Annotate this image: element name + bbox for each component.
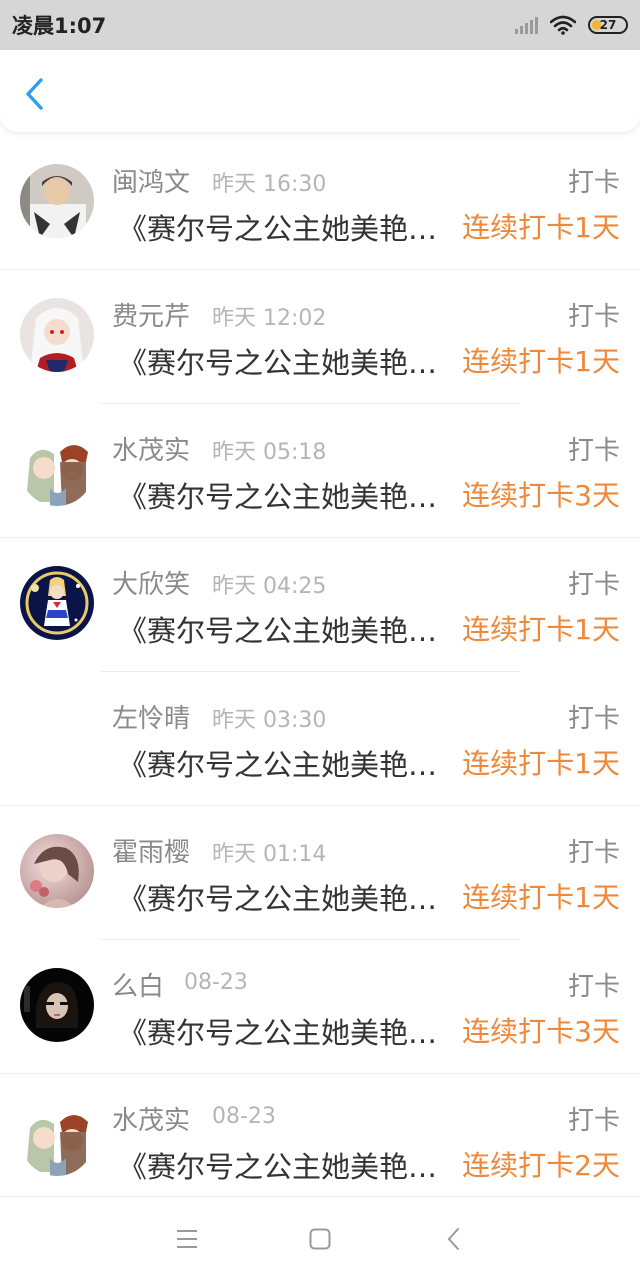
status-time: 凌晨1:07	[12, 14, 107, 38]
list-item[interactable]: 闽鸿文 昨天 16:30 打卡《赛尔号之公主她美艳… 连续打卡1天	[0, 136, 640, 270]
status-bar: 凌晨1:07 27	[0, 0, 640, 50]
chevron-left-icon	[26, 78, 43, 110]
checkin-tag: 打卡	[567, 436, 620, 466]
avatar[interactable]	[20, 432, 94, 506]
book-title: 《赛尔号之公主她美艳…	[118, 1150, 438, 1184]
checkin-tag: 打卡	[567, 570, 620, 600]
menu-icon	[176, 1229, 197, 1248]
user-name: 大欣笑	[112, 570, 191, 600]
list-item[interactable]: 水茂实 08-23 打卡《赛尔号之公主她美艳… 连续打卡2天	[0, 1074, 640, 1194]
menu-button[interactable]	[167, 1219, 207, 1259]
battery-level: 27	[599, 18, 617, 32]
streak-label: 连续打卡3天	[462, 479, 620, 512]
user-name: 么白	[112, 972, 165, 1002]
streak-label: 连续打卡1天	[462, 345, 620, 378]
book-title: 《赛尔号之公主她美艳…	[118, 1016, 438, 1050]
back-button[interactable]	[18, 74, 52, 114]
avatar[interactable]	[20, 164, 94, 238]
checkin-time: 08-23	[212, 1104, 276, 1129]
streak-label: 连续打卡3天	[462, 1015, 620, 1048]
book-title: 《赛尔号之公主她美艳…	[118, 614, 438, 648]
checkin-time: 08-23	[184, 970, 248, 995]
checkin-time: 昨天 05:18	[212, 440, 327, 465]
checkin-tag: 打卡	[567, 1106, 620, 1136]
book-title: 《赛尔号之公主她美艳…	[118, 480, 438, 514]
avatar[interactable]	[20, 834, 94, 908]
avatar[interactable]	[20, 968, 94, 1042]
list-item[interactable]: 么白 08-23 打卡《赛尔号之公主她美艳… 连续打卡3天	[0, 940, 640, 1074]
signal-icon	[515, 16, 538, 34]
list-item[interactable]: 霍雨樱 昨天 01:14 打卡《赛尔号之公主她美艳… 连续打卡1天	[0, 806, 640, 940]
list-item[interactable]: 水茂实 昨天 05:18 打卡《赛尔号之公主她美艳… 连续打卡3天	[0, 404, 640, 538]
user-name: 水茂实	[112, 1106, 191, 1136]
book-title: 《赛尔号之公主她美艳…	[118, 212, 438, 246]
user-name: 左怜晴	[112, 704, 191, 734]
book-title: 《赛尔号之公主她美艳…	[118, 882, 438, 916]
avatar[interactable]	[20, 566, 94, 640]
back-icon	[447, 1227, 460, 1250]
system-nav-bar	[0, 1196, 640, 1280]
checkin-tag: 打卡	[567, 168, 620, 198]
checkin-time: 昨天 16:30	[212, 172, 327, 197]
list-item[interactable]: 左怜晴 昨天 03:30 打卡《赛尔号之公主她美艳… 连续打卡1天	[0, 672, 640, 806]
book-title: 《赛尔号之公主她美艳…	[118, 346, 438, 380]
checkin-time: 昨天 04:25	[212, 574, 327, 599]
header	[0, 50, 640, 132]
checkin-time: 昨天 01:14	[212, 842, 327, 867]
checkin-list: 闽鸿文 昨天 16:30 打卡 《赛尔号之公主她美艳… 连续打卡1天 费元芹 昨天 12:0…	[0, 136, 640, 1194]
checkin-time: 昨天 03:30	[212, 708, 327, 733]
user-name: 闽鸿文	[112, 168, 191, 198]
avatar[interactable]	[20, 298, 94, 372]
streak-label: 连续打卡2天	[462, 1149, 620, 1182]
status-icons: 27	[515, 15, 628, 35]
home-icon	[309, 1228, 331, 1249]
checkin-tag: 打卡	[567, 972, 620, 1002]
list-item[interactable]: 费元芹 昨天 12:02 打卡《赛尔号之公主她美艳… 连续打卡1天	[0, 270, 640, 404]
streak-label: 连续打卡1天	[462, 613, 620, 646]
avatar[interactable]	[20, 700, 94, 774]
streak-label: 连续打卡1天	[462, 747, 620, 780]
nav-back-button[interactable]	[433, 1219, 473, 1259]
streak-label: 连续打卡1天	[462, 211, 620, 244]
battery-icon: 27	[588, 16, 628, 34]
checkin-tag: 打卡	[567, 704, 620, 734]
checkin-tag: 打卡	[567, 302, 620, 332]
book-title: 《赛尔号之公主她美艳…	[118, 748, 438, 782]
user-name: 费元芹	[112, 302, 191, 332]
list-item[interactable]: 大欣笑 昨天 04:25 打卡《赛尔号之公主她美艳… 连续打卡1天	[0, 538, 640, 672]
checkin-time: 昨天 12:02	[212, 306, 327, 331]
home-button[interactable]	[300, 1219, 340, 1259]
user-name: 霍雨樱	[112, 838, 191, 868]
checkin-tag: 打卡	[567, 838, 620, 868]
avatar[interactable]	[20, 1102, 94, 1176]
user-name: 水茂实	[112, 436, 191, 466]
wifi-icon	[550, 15, 576, 35]
streak-label: 连续打卡1天	[462, 881, 620, 914]
